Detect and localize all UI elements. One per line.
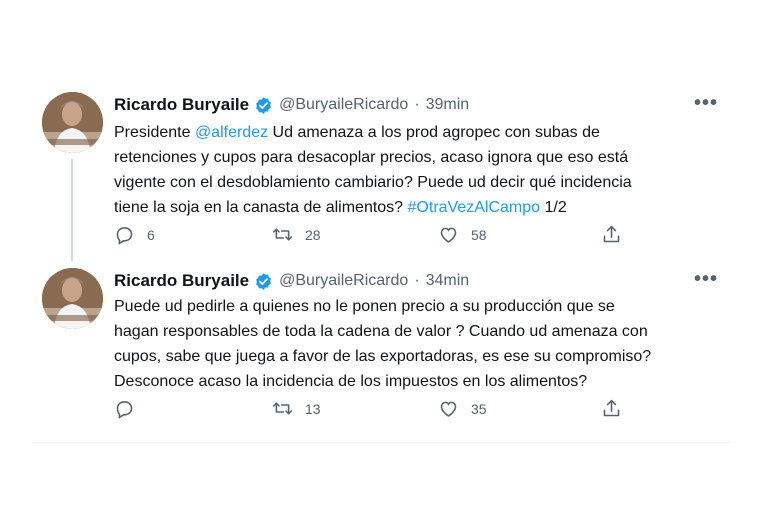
timestamp[interactable]: 39min	[426, 96, 470, 114]
tweet-header: Ricardo Buryaile @BuryaileRicardo · 39mi…	[114, 92, 730, 116]
retweet-icon	[272, 228, 293, 241]
author-handle[interactable]: @BuryaileRicardo	[279, 96, 408, 114]
separator-dot: ·	[414, 272, 420, 289]
mention-link[interactable]: @alferdez	[195, 124, 268, 141]
reply-button[interactable]	[114, 398, 147, 419]
tweet-text-start: Presidente	[114, 124, 195, 141]
retweet-button[interactable]: 28	[272, 224, 321, 245]
separator-dot: ·	[414, 96, 420, 113]
heart-icon	[440, 401, 457, 417]
more-icon[interactable]: •••	[694, 268, 718, 291]
tweet-text: Puede ud pedirle a quienes no le ponen p…	[114, 298, 652, 390]
reply-icon	[116, 227, 133, 245]
tweet-header: Ricardo Buryaile @BuryaileRicardo · 34mi…	[114, 268, 730, 292]
like-count: 58	[471, 226, 487, 243]
share-button[interactable]	[601, 224, 622, 245]
heart-icon	[440, 227, 457, 243]
tweet-1[interactable]: Ricardo Buryaile @BuryaileRicardo · 39mi…	[32, 80, 730, 260]
timestamp[interactable]: 34min	[426, 272, 470, 290]
avatar-image	[42, 268, 103, 329]
share-icon	[603, 225, 620, 243]
more-icon[interactable]: •••	[694, 92, 718, 115]
verified-badge-icon	[256, 96, 272, 114]
tweet-actions: 13 35	[114, 398, 624, 422]
author-name[interactable]: Ricardo Buryaile	[114, 95, 249, 115]
like-button[interactable]: 58	[438, 224, 487, 245]
reply-count: 6	[147, 226, 155, 243]
reply-button[interactable]: 6	[114, 224, 155, 245]
reply-icon	[116, 401, 133, 419]
thread-connector	[71, 159, 73, 261]
tweet-text: Presidente @alferdez Ud amenaza a los pr…	[114, 120, 724, 220]
retweet-count: 28	[305, 226, 321, 243]
avatar[interactable]	[42, 92, 103, 153]
tweet-actions: 6 28 58	[114, 224, 624, 248]
tweet-text-end: 1/2	[540, 199, 567, 216]
retweet-count: 13	[305, 400, 321, 417]
avatar-image	[42, 92, 103, 153]
tweet-2[interactable]: Ricardo Buryaile @BuryaileRicardo · 34mi…	[32, 256, 730, 436]
retweet-button[interactable]: 13	[272, 398, 321, 419]
bottom-divider	[32, 442, 730, 443]
avatar[interactable]	[42, 268, 103, 329]
share-icon	[603, 399, 620, 417]
retweet-icon	[272, 402, 293, 415]
verified-badge-icon	[256, 272, 272, 290]
like-button[interactable]: 35	[438, 398, 487, 419]
hashtag-link[interactable]: #OtraVezAlCampo	[408, 199, 541, 216]
author-name[interactable]: Ricardo Buryaile	[114, 271, 249, 291]
share-button[interactable]	[601, 398, 622, 419]
like-count: 35	[471, 400, 487, 417]
author-handle[interactable]: @BuryaileRicardo	[279, 272, 408, 290]
